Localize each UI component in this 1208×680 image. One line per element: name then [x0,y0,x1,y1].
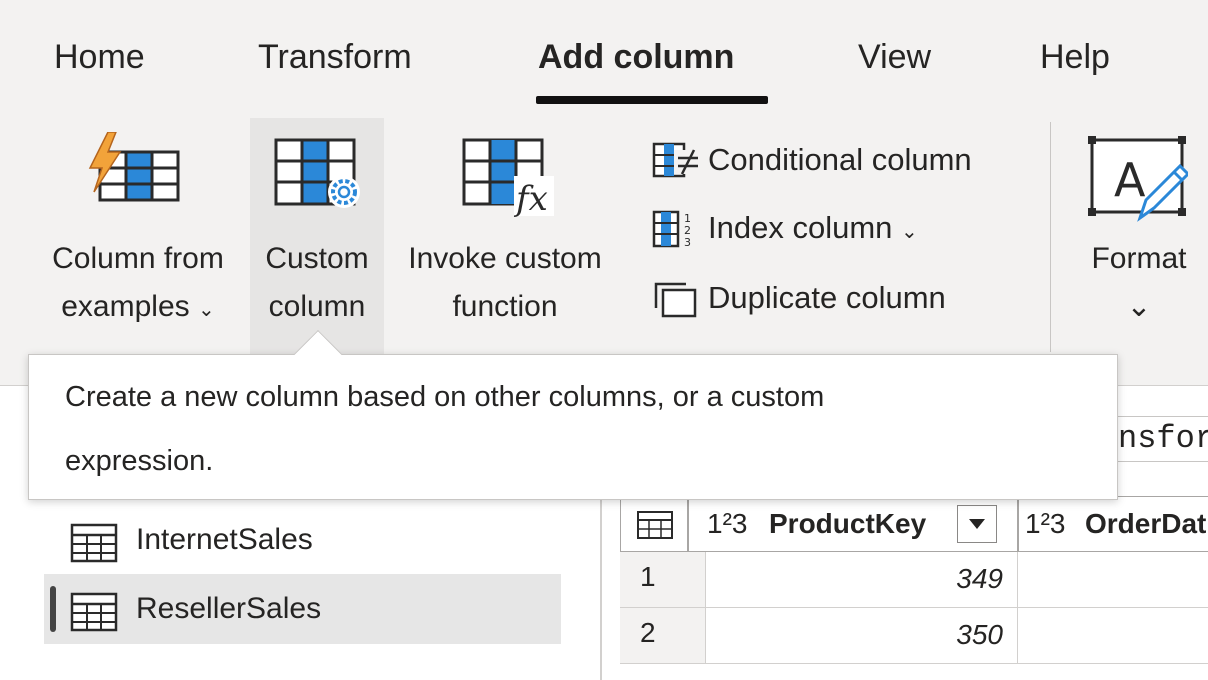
cell-productkey[interactable]: 350 [706,608,1018,663]
table-icon [70,592,118,637]
conditional-column-icon [652,142,700,178]
tooltip-text-line2: expression. [65,445,214,477]
tab-bar: Home Transform Add column View Help [0,0,1208,112]
chevron-down-icon[interactable]: ⌄ [1070,282,1208,332]
column-from-examples-label-line2: examples ⌄ [61,290,215,323]
table-icon [637,511,673,539]
conditional-column-label: Conditional column [708,142,972,177]
invoke-custom-function-icon: fx [460,136,560,225]
format-label: Format [1091,242,1187,275]
tab-help[interactable]: Help [1040,38,1110,77]
query-label: ResellerSales [136,592,322,625]
data-grid: 1²3 ProductKey 1²3 OrderDat 1 349 2 350 [620,496,1208,680]
duplicate-column-label: Duplicate column [708,280,946,315]
tab-view[interactable]: View [858,38,931,77]
chevron-down-icon[interactable]: ⌄ [901,221,918,243]
column-from-examples-icon [86,131,186,211]
query-item-internetsales[interactable]: InternetSales [44,505,561,575]
format-button[interactable]: A Format ⌄ [1070,118,1208,336]
svg-text:3: 3 [684,236,691,249]
cell-productkey[interactable]: 349 [706,552,1018,607]
ribbon: Column from examples ⌄ Custom column fx … [0,112,1208,386]
invoke-custom-function-button[interactable]: fx Invoke custom function [390,118,620,336]
active-tab-indicator [536,96,768,104]
chevron-down-icon[interactable]: ⌄ [198,299,215,321]
invoke-custom-function-label-line1: Invoke custom [408,242,602,275]
custom-column-label-line1: Custom [265,242,369,275]
ribbon-divider [1050,122,1051,352]
formula-text: nsfor [1118,420,1208,457]
svg-text:A: A [1114,153,1146,207]
query-item-resellersales[interactable]: ResellerSales [44,574,561,644]
column-header-label: OrderDat [1085,508,1207,539]
tab-add-column[interactable]: Add column [538,38,734,77]
column-header-label: ProductKey [769,508,927,539]
column-header-productkey[interactable]: 1²3 ProductKey [688,496,1018,552]
custom-column-button[interactable]: Custom column [250,118,384,360]
filter-dropdown-button[interactable] [957,505,997,543]
svg-text:fx: fx [513,179,548,219]
query-label: InternetSales [136,523,313,556]
number-type-icon: 1²3 [1025,508,1066,539]
column-from-examples-button[interactable]: Column from examples ⌄ [32,118,244,336]
duplicate-column-icon [654,282,697,318]
tooltip-text-line1: Create a new column based on other colum… [65,381,825,413]
column-from-examples-label-line1: Column from [52,242,224,275]
custom-column-label-line2: column [268,290,366,323]
row-number: 2 [620,608,706,663]
table-icon [70,523,118,568]
row-number: 1 [620,552,706,607]
duplicate-column-button[interactable]: Duplicate column [652,272,1012,324]
invoke-custom-function-label-line2: function [452,290,558,323]
index-column-label: Index column ⌄ [708,210,918,245]
column-header-orderdate[interactable]: 1²3 OrderDat [1018,496,1208,552]
index-column-button[interactable]: 1 2 3 Index column ⌄ [652,202,972,254]
custom-column-tooltip: Create a new column based on other colum… [28,354,1118,500]
conditional-column-button[interactable]: Conditional column [652,134,1032,186]
index-column-icon: 1 2 3 [652,210,691,249]
custom-column-icon [272,136,368,215]
grid-corner[interactable] [620,496,688,552]
caret-down-icon [969,519,985,529]
number-type-icon: 1²3 [707,508,748,539]
tab-transform[interactable]: Transform [258,38,412,77]
table-row[interactable]: 1 349 [620,552,1208,608]
selection-indicator [50,586,56,632]
tab-home[interactable]: Home [54,38,145,77]
format-icon: A [1088,134,1191,229]
table-row[interactable]: 2 350 [620,608,1208,664]
